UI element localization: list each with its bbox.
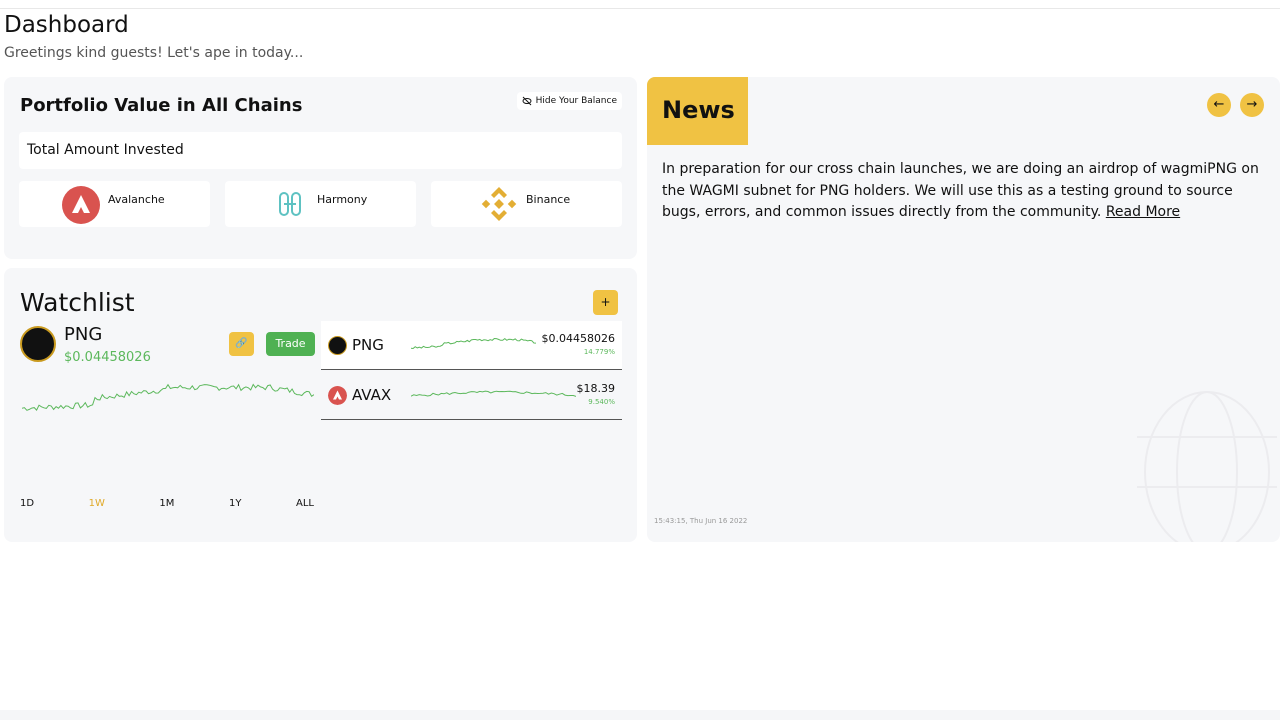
watchlist-title: Watchlist xyxy=(20,288,135,317)
hide-balance-button[interactable]: Hide Your Balance xyxy=(516,92,622,110)
selected-coin-symbol: PNG xyxy=(64,324,103,345)
watchlist-card: Watchlist + PNG $0.04458026 🔗 Trade 1D 1W… xyxy=(4,268,637,542)
harmony-icon xyxy=(279,192,301,216)
item-price: $0.04458026 xyxy=(541,332,615,345)
chain-avalanche[interactable]: Avalanche xyxy=(19,181,210,227)
png-logo xyxy=(20,326,56,362)
page-title: Dashboard xyxy=(4,12,129,38)
arrow-right-icon: → xyxy=(1246,97,1258,112)
hide-balance-label: Hide Your Balance xyxy=(535,96,617,106)
add-watchlist-button[interactable]: + xyxy=(593,290,618,315)
selected-coin-price: $0.04458026 xyxy=(64,350,151,365)
range-1y[interactable]: 1Y xyxy=(229,498,241,509)
news-timestamp: 15:43:15, Thu Jun 16 2022 xyxy=(654,517,748,525)
footer-bar xyxy=(0,710,1280,720)
png-icon xyxy=(328,336,347,355)
avalanche-icon xyxy=(62,186,100,224)
link-icon: 🔗 xyxy=(235,338,248,349)
arrow-left-icon: ← xyxy=(1213,97,1225,112)
item-sparkline xyxy=(411,390,576,397)
read-more-link[interactable]: Read More xyxy=(1106,204,1180,220)
range-1w[interactable]: 1W xyxy=(89,498,105,509)
binance-icon xyxy=(481,187,517,221)
trade-button[interactable]: Trade xyxy=(266,332,315,356)
item-change: 9.540% xyxy=(588,398,615,406)
chain-binance[interactable]: Binance xyxy=(431,181,622,227)
top-divider xyxy=(0,8,1280,9)
next-news-button[interactable]: → xyxy=(1240,93,1264,117)
avalanche-icon xyxy=(328,386,347,405)
range-all[interactable]: ALL xyxy=(296,498,314,509)
watchlist-item-avax[interactable]: AVAX $18.39 9.540% xyxy=(321,371,622,420)
item-sparkline xyxy=(411,337,536,350)
total-invested: Total Amount Invested xyxy=(19,132,622,169)
eye-off-icon xyxy=(522,96,532,106)
news-body: In preparation for our cross chain launc… xyxy=(662,159,1272,224)
range-1m[interactable]: 1M xyxy=(159,498,174,509)
item-symbol: PNG xyxy=(352,336,384,354)
link-button[interactable]: 🔗 xyxy=(229,332,254,356)
portfolio-title: Portfolio Value in All Chains xyxy=(20,95,303,116)
globe-watermark-icon xyxy=(1137,391,1277,542)
portfolio-card: Portfolio Value in All Chains Hide Your … xyxy=(4,77,637,259)
range-1d[interactable]: 1D xyxy=(20,498,34,509)
chain-label: Avalanche xyxy=(108,193,165,206)
item-price: $18.39 xyxy=(576,382,616,395)
news-title: News xyxy=(647,77,748,145)
price-sparkline xyxy=(22,383,314,411)
item-symbol: AVAX xyxy=(352,386,392,404)
chain-label: Binance xyxy=(526,193,571,206)
watchlist-item-png[interactable]: PNG $0.04458026 14.779% xyxy=(321,321,622,370)
page-subtitle: Greetings kind guests! Let's ape in toda… xyxy=(4,45,304,61)
news-card: News ← → In preparation for our cross ch… xyxy=(647,77,1280,542)
prev-news-button[interactable]: ← xyxy=(1207,93,1231,117)
chain-harmony[interactable]: Harmony xyxy=(225,181,416,227)
time-range-selector: 1D 1W 1M 1Y ALL xyxy=(20,498,314,509)
item-change: 14.779% xyxy=(583,348,615,356)
chain-label: Harmony xyxy=(317,193,368,206)
